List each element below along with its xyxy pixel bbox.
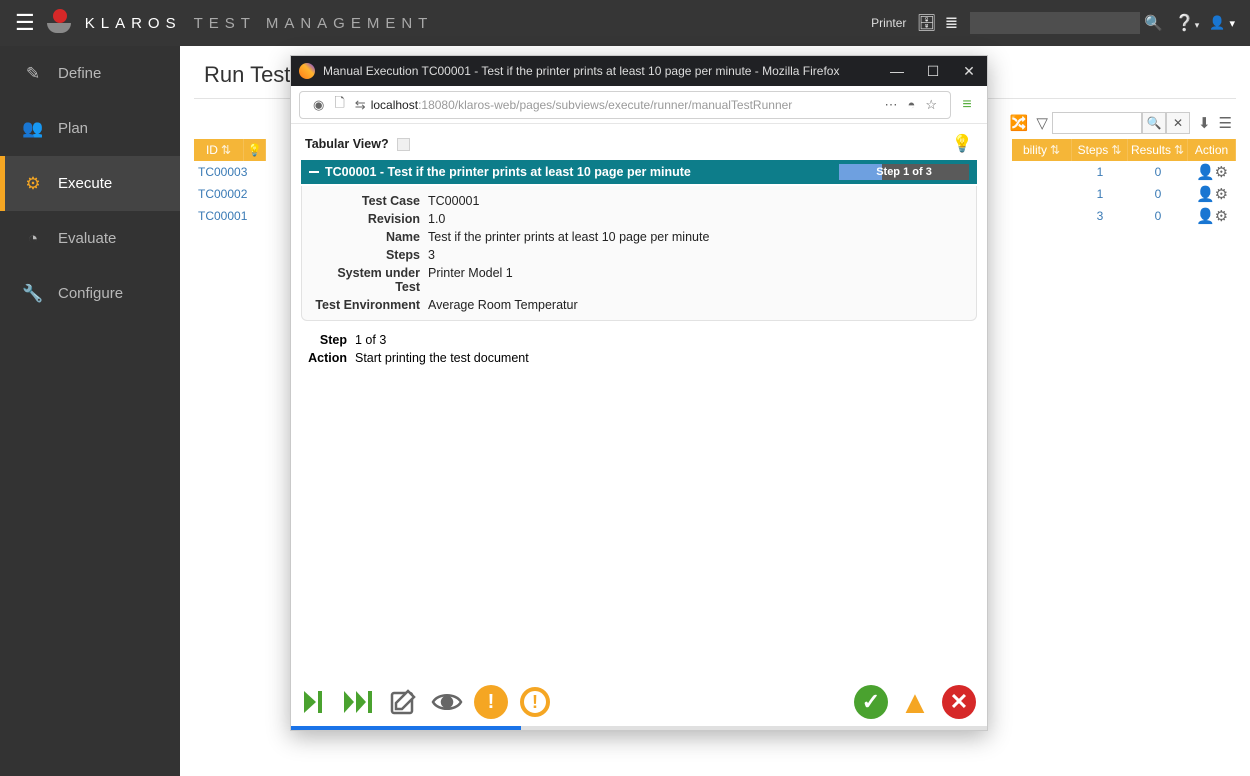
col-action: Action (1188, 139, 1236, 161)
row-action-icon[interactable]: 👤⚙ (1188, 185, 1236, 203)
archive-icon[interactable]: 🗄 (916, 13, 936, 33)
col-id[interactable]: ID⇅ (194, 139, 244, 161)
page-load-progress (291, 726, 987, 730)
testcase-title: TC00001 - Test if the printer prints at … (325, 165, 691, 179)
project-label: Printer (871, 16, 906, 30)
table-clear-button[interactable]: ✕ (1166, 112, 1190, 134)
table-search-button[interactable]: 🔍 (1142, 112, 1166, 134)
hamburger-menu-icon[interactable]: ≡ (955, 96, 979, 114)
sidebar-item-execute[interactable]: ⚙ Execute (0, 156, 180, 211)
step-progress: Step 1 of 3 (839, 164, 969, 180)
col-lightbulb[interactable]: 💡 (244, 139, 266, 161)
menu-icon[interactable]: ☰ (1219, 114, 1232, 132)
table-search-input[interactable] (1052, 112, 1142, 134)
sidebar-item-label: Define (58, 65, 101, 82)
fail-button[interactable]: ✕ (941, 684, 977, 720)
address-bar[interactable]: ◉ 🗋 ⇆ localhost:18080/klaros-web/pages/s… (299, 91, 951, 119)
tc-link[interactable]: TC00001 (194, 209, 254, 223)
sidebar-item-label: Execute (58, 175, 112, 192)
steps-cell[interactable]: 3 (1072, 209, 1128, 223)
results-cell[interactable]: 0 (1128, 165, 1188, 179)
tabular-view-label: Tabular View? (305, 137, 389, 151)
page-icon: 🗋 (334, 94, 344, 116)
steps-cell[interactable]: 1 (1072, 165, 1128, 179)
user-menu[interactable]: 👤▾ (1209, 15, 1235, 31)
shield-icon[interactable]: ◉ (313, 97, 324, 113)
define-icon: ✎ (20, 64, 46, 84)
global-search-input[interactable] (970, 12, 1140, 34)
configure-icon: 🔧 (20, 284, 46, 304)
step-counter: 1 of 3 (355, 333, 386, 347)
list-icon[interactable]: ≣ (945, 13, 958, 33)
sidebar-item-label: Plan (58, 120, 88, 137)
info-button[interactable]: ! (517, 684, 553, 720)
help-icon[interactable]: ❔▾ (1175, 13, 1199, 33)
window-title: Manual Execution TC00001 - Test if the p… (323, 64, 879, 78)
sidebar-item-plan[interactable]: 👥 Plan (0, 101, 180, 156)
download-icon[interactable]: ⬇ (1198, 114, 1211, 132)
error-button[interactable]: ▲ (897, 684, 933, 720)
sidebar-item-evaluate[interactable]: ◔ Evaluate (0, 211, 180, 266)
warning-button[interactable]: ! (473, 684, 509, 720)
menu-toggle-icon[interactable]: ☰ (15, 10, 35, 36)
tabular-view-checkbox[interactable] (397, 138, 410, 151)
collapse-icon[interactable] (309, 171, 319, 173)
results-cell[interactable]: 0 (1128, 187, 1188, 201)
sidebar-item-label: Configure (58, 285, 123, 302)
current-step: Step1 of 3 ActionStart printing the test… (299, 321, 979, 377)
sidebar-item-label: Evaluate (58, 230, 116, 247)
meta-sut: Printer Model 1 (428, 266, 513, 294)
top-bar: ☰ KLAROS TEST MANAGEMENT Printer 🗄 ≣ 🔍 ❔… (0, 0, 1250, 46)
bookmark-icon[interactable]: ☆ (925, 97, 937, 113)
meta-testcase: TC00001 (428, 194, 479, 208)
meta-revision: 1.0 (428, 212, 445, 226)
col-steps[interactable]: Steps⇅ (1072, 139, 1128, 161)
app-subtitle: TEST MANAGEMENT (194, 15, 434, 32)
skip-button[interactable] (341, 684, 377, 720)
sidebar-item-configure[interactable]: 🔧 Configure (0, 266, 180, 321)
results-cell[interactable]: 0 (1128, 209, 1188, 223)
tc-link[interactable]: TC00003 (194, 165, 254, 179)
permissions-icon[interactable]: ⇆ (355, 97, 366, 113)
pass-button[interactable]: ✓ (853, 684, 889, 720)
edit-button[interactable] (385, 684, 421, 720)
steps-cell[interactable]: 1 (1072, 187, 1128, 201)
tc-link[interactable]: TC00002 (194, 187, 254, 201)
next-step-button[interactable] (297, 684, 333, 720)
window-close-button[interactable]: ✕ (951, 63, 987, 80)
evaluate-icon: ◔ (20, 229, 46, 249)
window-minimize-button[interactable]: — (879, 63, 915, 79)
meta-environment: Average Room Temperatur (428, 298, 578, 312)
hierarchy-icon[interactable]: 🔀 (1010, 114, 1029, 132)
runner-toolbar: ! ! ✓ ▲ ✕ (291, 678, 987, 726)
row-action-icon[interactable]: 👤⚙ (1188, 163, 1236, 181)
sidebar: ✎ Define 👥 Plan ⚙ Execute ◔ Evaluate 🔧 C… (0, 46, 180, 776)
app-brand: KLAROS (85, 15, 182, 32)
sidebar-item-define[interactable]: ✎ Define (0, 46, 180, 101)
plan-icon: 👥 (20, 119, 46, 139)
hint-icon[interactable]: 💡 (952, 134, 973, 154)
view-button[interactable] (429, 684, 465, 720)
col-traceability[interactable]: bility⇅ (1012, 139, 1072, 161)
step-action: Start printing the test document (355, 351, 529, 365)
meta-steps: 3 (428, 248, 435, 262)
meta-name: Test if the printer prints at least 10 p… (428, 230, 709, 244)
window-maximize-button[interactable]: ☐ (915, 63, 951, 80)
search-icon[interactable]: 🔍 (1144, 14, 1163, 32)
testcase-header[interactable]: TC00001 - Test if the printer prints at … (301, 160, 977, 184)
browser-toolbar: ◉ 🗋 ⇆ localhost:18080/klaros-web/pages/s… (291, 86, 987, 124)
app-logo (45, 9, 73, 37)
url-text: localhost:18080/klaros-web/pages/subview… (371, 98, 793, 112)
filter-icon[interactable]: ▽ (1036, 114, 1048, 132)
execute-icon: ⚙ (20, 174, 46, 194)
col-results[interactable]: Results⇅ (1128, 139, 1188, 161)
reader-icon[interactable]: ◓ (907, 97, 915, 112)
page-actions-icon[interactable]: ⋯ (884, 97, 897, 113)
window-titlebar[interactable]: Manual Execution TC00001 - Test if the p… (291, 56, 987, 86)
row-action-icon[interactable]: 👤⚙ (1188, 207, 1236, 225)
testcase-meta: Test CaseTC00001 Revision1.0 NameTest if… (301, 186, 977, 321)
firefox-icon (299, 63, 315, 79)
test-runner-window: Manual Execution TC00001 - Test if the p… (290, 55, 988, 731)
